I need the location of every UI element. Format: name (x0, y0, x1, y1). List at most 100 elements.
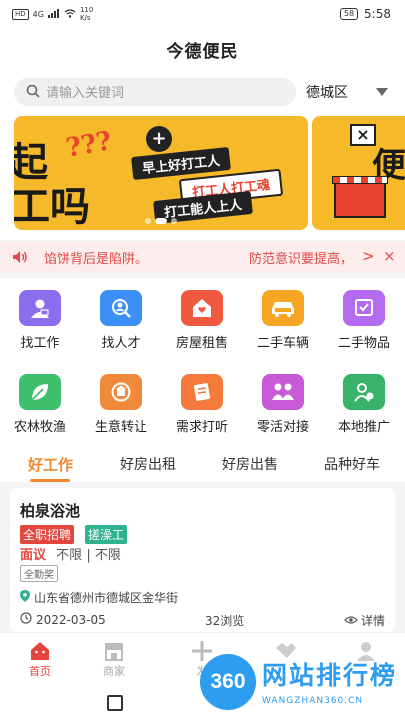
people-icon (262, 374, 304, 410)
inquiry-icon (181, 374, 223, 410)
category-label: 生意转让 (94, 420, 147, 435)
search-input[interactable] (46, 84, 266, 100)
net-speed-unit: K/s (79, 14, 91, 22)
cart-icon (343, 290, 385, 326)
app-header: 今德便民 (0, 28, 405, 70)
net-speed: 110 K/s (80, 6, 93, 22)
views-count: 32浏览 (205, 614, 245, 628)
category-find-job[interactable]: 找工作 (4, 290, 76, 351)
chevron-down-icon[interactable] (376, 88, 388, 96)
category-label: 零活对接 (256, 420, 309, 435)
category-label: 二手车辆 (256, 336, 309, 351)
net-speed-value: 110 (79, 6, 94, 14)
watermark-subtitle: WANGZHAN360.CN (262, 696, 364, 706)
category-inquiry[interactable]: 需求打听 (166, 374, 238, 435)
shop-transfer-icon (100, 374, 142, 410)
category-agriculture[interactable]: 农林牧渔 (4, 374, 76, 435)
banner-next-slide[interactable]: × 便 (312, 116, 405, 230)
category-local-promotion[interactable]: 本地推广 (328, 374, 400, 435)
watermark-circle: 360 (200, 654, 256, 710)
eye-icon (344, 614, 358, 628)
tab-indicator (30, 479, 70, 482)
car-icon (262, 290, 304, 326)
district-selector-label[interactable]: 德城区 (306, 82, 348, 102)
date-text: 2022-03-05 (36, 612, 106, 627)
shop-illustration-icon (334, 182, 386, 218)
tab-rent-houses[interactable]: 好房出租 (120, 454, 176, 474)
status-bar: HD 4G 110 K/s 58 5:58 (0, 0, 405, 28)
banner-plus-icon: + (146, 126, 172, 152)
category-label: 二手物品 (337, 336, 390, 351)
category-business-transfer[interactable]: 生意转让 (85, 374, 157, 435)
close-notice-icon[interactable]: × (383, 247, 396, 265)
listing-requirements: 面议 不限 | 不限 (20, 544, 121, 563)
banner-question-marks: ??? (63, 126, 114, 164)
carousel-dot-active[interactable] (155, 218, 167, 224)
banner-carousel[interactable]: 起 工吗 ??? + 早上好打工人 打工人打工魂 打工能人上人 × 便 (0, 114, 405, 240)
watermark-logo: 360 网站排行榜 WANGZHAN360.CN (196, 650, 405, 720)
search-row: 德城区 (0, 70, 405, 114)
nav-label: 首页 (29, 665, 51, 678)
notice-text-2: 防范意识要提高， (249, 251, 354, 267)
tab-good-cars[interactable]: 品种好车 (324, 454, 380, 474)
promote-icon (343, 374, 385, 410)
page-title: 今德便民 (166, 41, 239, 62)
separator: | (86, 548, 91, 563)
listing-title: 柏泉浴池 (20, 502, 81, 520)
banner-slide[interactable]: 起 工吗 ??? + 早上好打工人 打工人打工魂 打工能人上人 (14, 116, 308, 230)
carousel-indicator (14, 218, 308, 224)
job-seeker-icon (19, 290, 61, 326)
watermark-title: 网站排行榜 (262, 661, 398, 690)
category-used-cars[interactable]: 二手车辆 (247, 290, 319, 351)
awning-icon (332, 176, 388, 184)
listing-address: 山东省德州市德城区金华街 (20, 589, 178, 606)
category-odd-jobs[interactable]: 零活对接 (247, 374, 319, 435)
listing-card[interactable]: 柏泉浴池 全职招聘 搓澡工 面议 不限 | 不限 全勤奖 山东省德州市德城区金华… (10, 488, 395, 632)
category-used-goods[interactable]: 二手物品 (328, 290, 400, 351)
notice-bar[interactable]: 馅饼背后是陷阱。 防范意识要提高， > × (0, 242, 405, 272)
house-heart-icon (181, 290, 223, 326)
hd-badge: HD (12, 8, 29, 20)
category-label: 农林牧渔 (13, 420, 66, 435)
experience-value: 不限 (56, 548, 83, 563)
chevron-right-icon[interactable]: > (362, 247, 375, 265)
category-housing[interactable]: 房屋租售 (166, 290, 238, 351)
recents-button[interactable] (107, 695, 123, 711)
detail-label: 详情 (360, 614, 385, 628)
category-grid: 找工作 找人才 房屋租售 二手车辆 二手物品 农林牧渔 生意转让 需求打听 零活… (0, 278, 405, 446)
wifi-icon (64, 8, 76, 20)
tag-fulltime: 全职招聘 (20, 525, 75, 544)
clock-icon (20, 612, 32, 627)
content-tabs: 好工作 好房出租 好房出售 品种好车 (0, 446, 405, 482)
clock: 5:58 (364, 7, 391, 21)
home-icon (10, 639, 70, 663)
signal-icon (47, 8, 60, 20)
nav-merchants[interactable]: 商家 (84, 639, 144, 679)
nav-home[interactable]: 首页 (10, 639, 70, 679)
signal-label: 4G (32, 9, 44, 19)
listing-date: 2022-03-05 (20, 612, 106, 627)
education-value: 不限 (94, 548, 121, 563)
welfare-badge: 全勤奖 (20, 565, 58, 582)
category-find-talent[interactable]: 找人才 (85, 290, 157, 351)
store-icon (84, 639, 144, 663)
salary-value: 面议 (20, 548, 47, 563)
notice-text-1: 馅饼背后是陷阱。 (44, 251, 149, 267)
tab-sell-houses[interactable]: 好房出售 (222, 454, 278, 474)
category-label: 需求打听 (175, 420, 228, 435)
category-label: 本地推广 (337, 420, 390, 435)
category-label: 找工作 (20, 336, 60, 351)
status-right: 58 5:58 (339, 7, 391, 21)
location-pin-icon (20, 590, 30, 605)
search-icon (26, 83, 40, 102)
carousel-dot[interactable] (171, 218, 177, 224)
nav-label: 商家 (103, 665, 125, 678)
status-left: HD 4G 110 K/s (12, 6, 93, 22)
tab-good-jobs[interactable]: 好工作 (28, 454, 73, 475)
speaker-icon (12, 250, 28, 268)
talent-search-icon (100, 290, 142, 326)
detail-link[interactable]: 详情 (344, 612, 385, 629)
battery-icon: 58 (339, 8, 359, 20)
carousel-dot[interactable] (145, 218, 151, 224)
search-box[interactable] (14, 78, 296, 106)
